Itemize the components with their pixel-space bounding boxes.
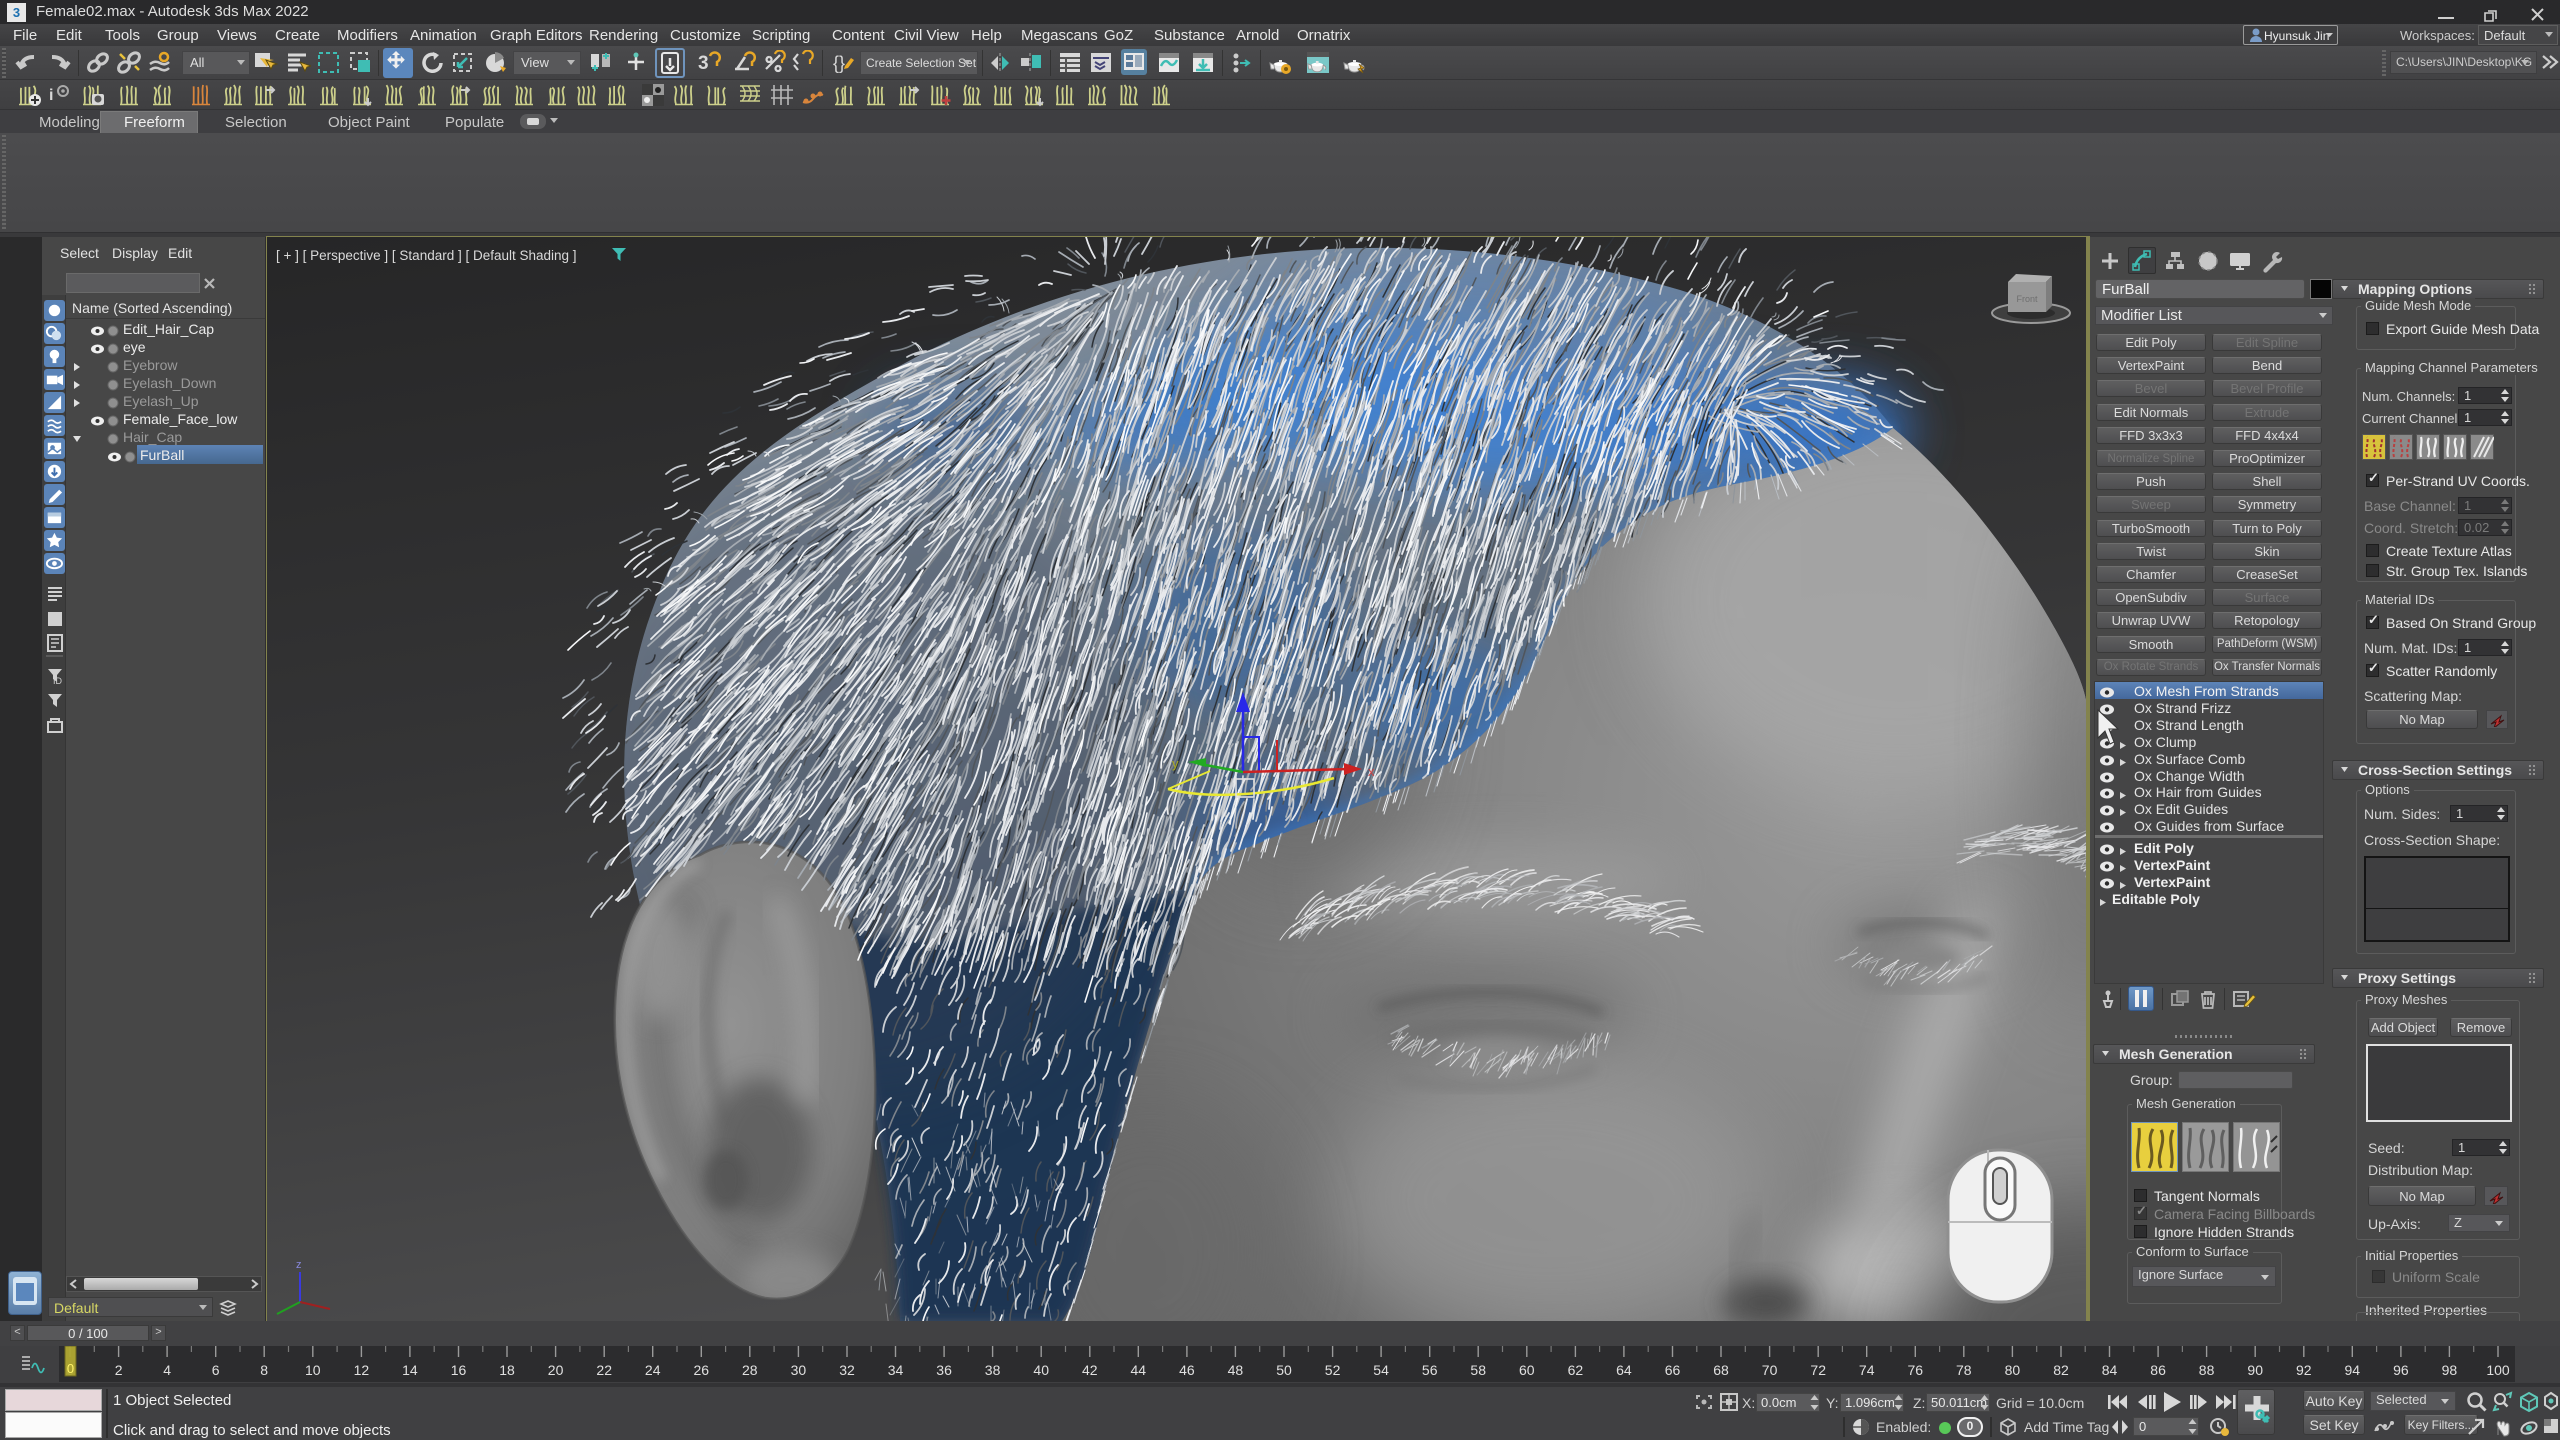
svg-text:94: 94 <box>2345 1362 2361 1378</box>
svg-text:40: 40 <box>1033 1362 1049 1378</box>
svg-text:2: 2 <box>115 1362 123 1378</box>
svg-text:y: y <box>1172 756 1179 771</box>
svg-text:60: 60 <box>1519 1362 1535 1378</box>
svg-text:i: i <box>49 87 53 104</box>
svg-text:76: 76 <box>1908 1362 1924 1378</box>
svg-text:36: 36 <box>936 1362 952 1378</box>
svg-text:ID: ID <box>53 676 63 686</box>
svg-text:16: 16 <box>451 1362 467 1378</box>
svg-text:54: 54 <box>1373 1362 1389 1378</box>
svg-text:88: 88 <box>2199 1362 2215 1378</box>
svg-text:32: 32 <box>839 1362 855 1378</box>
svg-text:56: 56 <box>1422 1362 1438 1378</box>
svg-text:22: 22 <box>596 1362 612 1378</box>
svg-text:58: 58 <box>1470 1362 1486 1378</box>
svg-text:96: 96 <box>2393 1362 2409 1378</box>
svg-text:0: 0 <box>67 1361 74 1376</box>
svg-text:68: 68 <box>1713 1362 1729 1378</box>
svg-text:100: 100 <box>2486 1362 2510 1378</box>
svg-text:44: 44 <box>1131 1362 1147 1378</box>
svg-text:6: 6 <box>212 1362 220 1378</box>
svg-text:26: 26 <box>694 1362 710 1378</box>
svg-text:74: 74 <box>1859 1362 1875 1378</box>
svg-text:z: z <box>296 1259 302 1271</box>
svg-text:4: 4 <box>163 1362 171 1378</box>
svg-text:10: 10 <box>305 1362 321 1378</box>
svg-text:20: 20 <box>548 1362 564 1378</box>
svg-text:30: 30 <box>791 1362 807 1378</box>
svg-text:78: 78 <box>1956 1362 1972 1378</box>
svg-text:66: 66 <box>1665 1362 1681 1378</box>
svg-text:34: 34 <box>888 1362 904 1378</box>
svg-text:14: 14 <box>402 1362 418 1378</box>
svg-text:x: x <box>1368 764 1375 779</box>
svg-text:Front: Front <box>2016 294 2038 304</box>
svg-text:24: 24 <box>645 1362 661 1378</box>
svg-text:50: 50 <box>1276 1362 1292 1378</box>
svg-text:{}: {} <box>833 53 845 73</box>
svg-text:90: 90 <box>2247 1362 2263 1378</box>
svg-text:8: 8 <box>260 1362 268 1378</box>
svg-text:38: 38 <box>985 1362 1001 1378</box>
svg-text:82: 82 <box>2053 1362 2069 1378</box>
svg-text:46: 46 <box>1179 1362 1195 1378</box>
svg-text:28: 28 <box>742 1362 758 1378</box>
svg-text:52: 52 <box>1325 1362 1341 1378</box>
svg-text:3: 3 <box>698 53 709 74</box>
svg-text:64: 64 <box>1616 1362 1632 1378</box>
svg-text:62: 62 <box>1568 1362 1584 1378</box>
svg-text:12: 12 <box>354 1362 370 1378</box>
svg-text:[ + ] [ Perspective ] [ Standa: [ + ] [ Perspective ] [ Standard ] [ Def… <box>276 248 577 263</box>
svg-text:42: 42 <box>1082 1362 1098 1378</box>
svg-text:3: 3 <box>13 5 20 20</box>
svg-text:48: 48 <box>1228 1362 1244 1378</box>
svg-text:70: 70 <box>1762 1362 1778 1378</box>
svg-text:98: 98 <box>2442 1362 2458 1378</box>
svg-text:92: 92 <box>2296 1362 2312 1378</box>
svg-text:72: 72 <box>1810 1362 1826 1378</box>
svg-text:80: 80 <box>2005 1362 2021 1378</box>
svg-text:86: 86 <box>2150 1362 2166 1378</box>
svg-text:18: 18 <box>499 1362 515 1378</box>
svg-text:84: 84 <box>2102 1362 2118 1378</box>
